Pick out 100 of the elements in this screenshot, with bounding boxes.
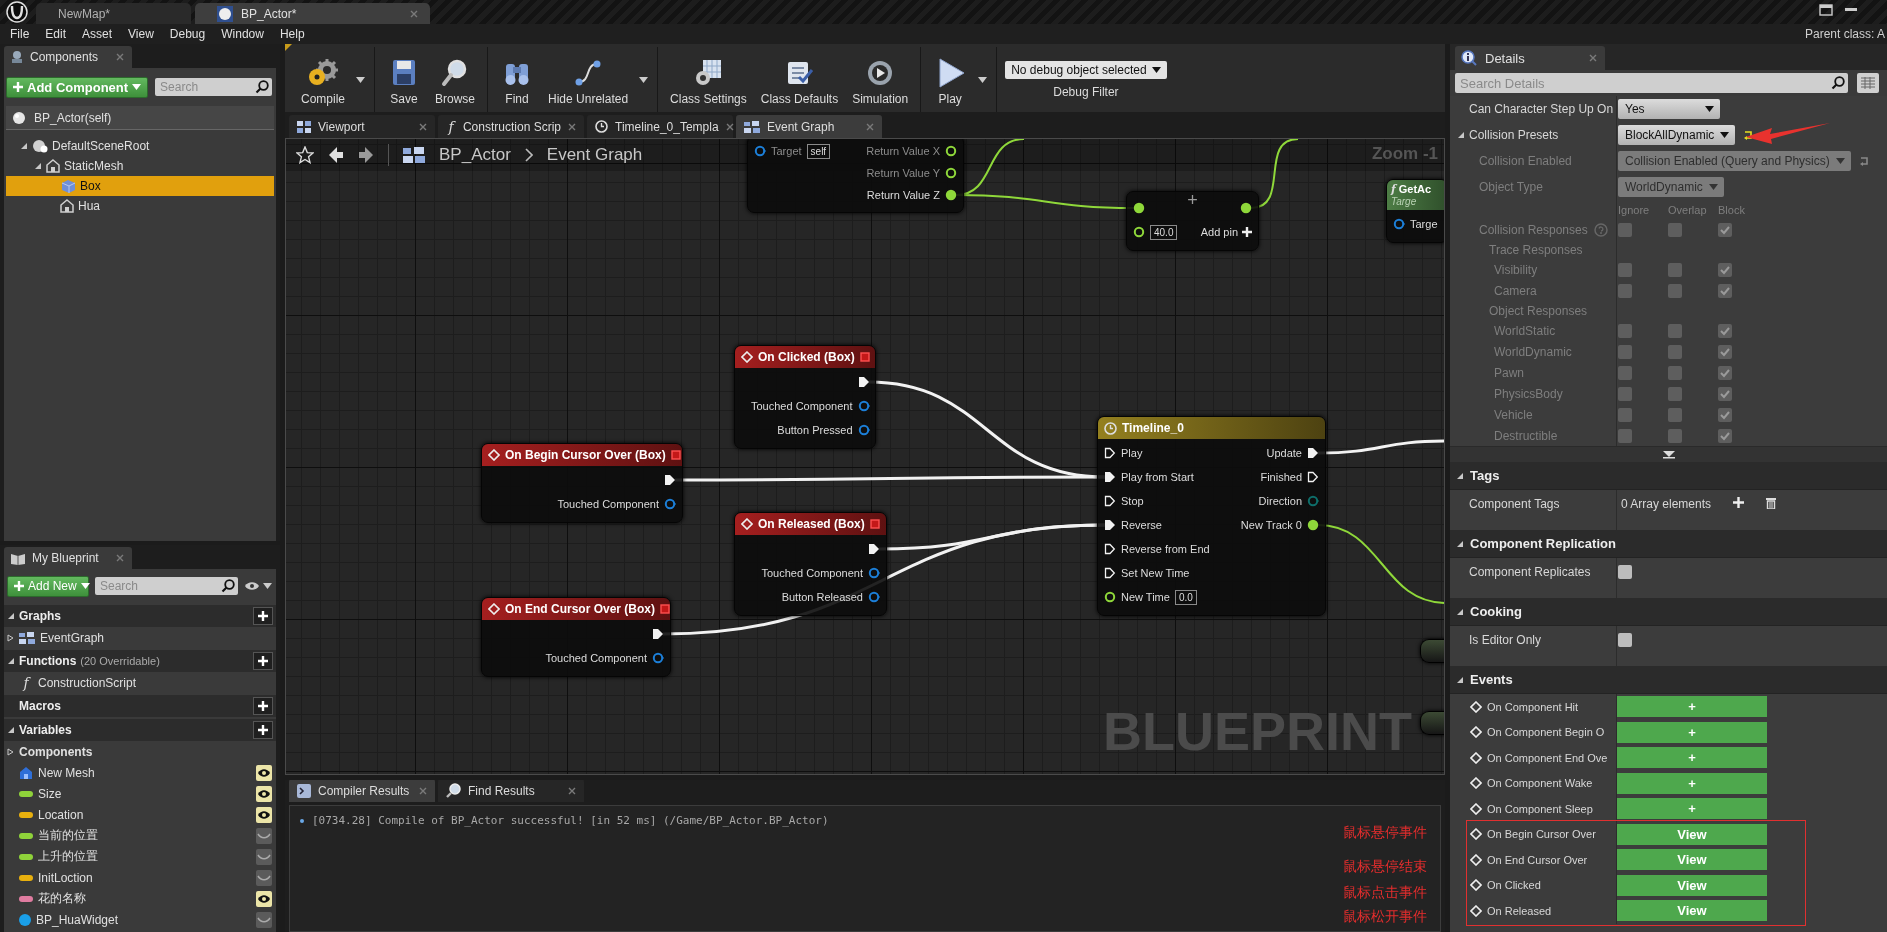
debug-filter-dropdown[interactable]: No debug object selected: [1005, 60, 1167, 79]
visibility-toggle[interactable]: [256, 764, 272, 781]
menu-item[interactable]: File: [2, 27, 38, 41]
list-item[interactable]: EventGraph: [4, 627, 276, 648]
caret-icon: [263, 583, 272, 589]
panel-tab[interactable]: Details: [1455, 46, 1605, 70]
menu-item[interactable]: Edit: [37, 27, 75, 41]
list-item[interactable]: Components: [4, 741, 276, 762]
panel-tab[interactable]: Compiler Results: [289, 780, 435, 802]
list-item[interactable]: Location: [4, 804, 276, 825]
graph-icon: [19, 631, 35, 644]
search-input[interactable]: Search: [100, 577, 221, 595]
visibility-toggle[interactable]: [256, 911, 272, 928]
class-defaults-button[interactable]: Class Defaults: [753, 47, 846, 112]
play-button[interactable]: Play: [926, 47, 975, 112]
add-button[interactable]: [253, 607, 273, 625]
close-icon: [866, 122, 874, 131]
visibility-toggle[interactable]: [256, 869, 272, 886]
menu-item[interactable]: View: [120, 27, 162, 41]
document-tab[interactable]: NewMap*: [36, 3, 191, 24]
browse-button[interactable]: Browse: [428, 47, 483, 112]
pin-label: Finished: [1260, 471, 1302, 483]
add-button[interactable]: [253, 697, 273, 715]
delete-button[interactable]: [1766, 497, 1777, 509]
section-header[interactable]: Macros: [4, 695, 276, 717]
add-pin-button[interactable]: Add pin: [1200, 220, 1252, 244]
section-header[interactable]: Component Replication: [1450, 530, 1887, 558]
tree-item[interactable]: Box: [6, 176, 274, 196]
close-icon: [419, 122, 427, 131]
tree-item[interactable]: DefaultSceneRoot: [6, 136, 274, 156]
hide-unrelated-button[interactable]: Hide Unrelated: [541, 47, 636, 112]
section-header[interactable]: Events: [1450, 666, 1887, 694]
breadcrumb-item[interactable]: Event Graph: [546, 145, 643, 165]
list-item[interactable]: New Mesh: [4, 762, 276, 783]
list-item[interactable]: InitLoction: [4, 867, 276, 888]
forward-arrow-icon[interactable]: [358, 146, 374, 164]
star-icon[interactable]: [296, 146, 314, 164]
search-field[interactable]: Search: [155, 78, 272, 96]
back-arrow-icon[interactable]: [328, 146, 344, 164]
closed-eye-icon: [257, 915, 271, 924]
checkbox[interactable]: [1618, 565, 1632, 579]
list-item[interactable]: 当前的位置: [4, 825, 276, 846]
panel-tab[interactable]: Components: [4, 46, 132, 68]
chevron-icon: [524, 148, 533, 162]
checkmark-icon: [1720, 409, 1730, 420]
list-item[interactable]: BP_HuaWidget: [4, 909, 276, 930]
expand-arrow-icon[interactable]: [1662, 450, 1675, 459]
visibility-toggle[interactable]: [256, 827, 272, 844]
tree-item[interactable]: Hua: [6, 196, 274, 216]
search-input[interactable]: Search: [160, 78, 255, 96]
visibility-toggle[interactable]: [256, 890, 272, 907]
list-item[interactable]: 花的名称: [4, 888, 276, 909]
section-header[interactable]: Cooking: [1450, 598, 1887, 626]
function-icon: f: [19, 674, 33, 691]
save-button[interactable]: Save: [380, 47, 428, 112]
panel-tab[interactable]: Find Results: [438, 780, 584, 802]
visibility-toggle[interactable]: [256, 806, 272, 823]
plus-icon: [1242, 227, 1252, 237]
compile-button[interactable]: Compile: [294, 47, 352, 112]
section-header[interactable]: Tags: [1450, 462, 1887, 490]
panel-tab[interactable]: My Blueprint: [4, 547, 132, 569]
visibility-toggle[interactable]: [256, 848, 272, 865]
simulation-button[interactable]: Simulation: [845, 47, 916, 112]
checkbox[interactable]: [1618, 633, 1632, 647]
dropdown[interactable]: BlockAllDynamic: [1618, 125, 1736, 145]
document-tab[interactable]: Viewport: [289, 115, 435, 138]
event-icon: [741, 518, 753, 530]
search-icon: [1831, 76, 1845, 90]
dropdown[interactable]: Yes: [1618, 99, 1720, 119]
list-item[interactable]: 上升的位置: [4, 846, 276, 867]
view-options-button[interactable]: [244, 581, 272, 591]
pin-label: Touched Component: [761, 567, 863, 579]
document-tab[interactable]: Event Graph: [736, 115, 882, 138]
pin-value-field[interactable]: 40.0: [1150, 224, 1178, 240]
section-header[interactable]: Graphs: [4, 605, 276, 627]
menu-item[interactable]: Help: [271, 27, 313, 41]
find-button[interactable]: Find: [493, 47, 542, 112]
pin-value-field[interactable]: self: [806, 143, 831, 159]
class-settings-button[interactable]: Class Settings: [663, 47, 754, 112]
list-item[interactable]: Size: [4, 783, 276, 804]
section-header[interactable]: Variables: [4, 719, 276, 741]
menu-item[interactable]: Window: [213, 27, 272, 41]
close-icon: [568, 786, 576, 795]
add-element-button[interactable]: [1733, 497, 1745, 508]
menu-item[interactable]: Asset: [74, 27, 121, 41]
visibility-toggle[interactable]: [256, 785, 272, 802]
add-button[interactable]: [253, 721, 273, 739]
search-field[interactable]: Search: [95, 577, 238, 595]
document-tab[interactable]: f Construction Scrip: [438, 115, 584, 138]
root-item[interactable]: BP_Actor(self): [6, 106, 274, 130]
list-item[interactable]: f ConstructionScript: [4, 672, 276, 693]
menu-item[interactable]: Debug: [161, 27, 214, 41]
add-button[interactable]: [253, 652, 273, 670]
breadcrumb-item[interactable]: BP_Actor: [439, 145, 511, 165]
document-tab[interactable]: Timeline_0_Templa: [587, 115, 733, 138]
section-header[interactable]: Functions (20 Overridable): [4, 650, 276, 672]
tree-item[interactable]: StaticMesh: [6, 156, 274, 176]
document-tab[interactable]: BP_Actor*: [195, 3, 430, 24]
pin-value-field[interactable]: 0.0: [1174, 589, 1197, 605]
minimize-icon: [1845, 8, 1857, 12]
